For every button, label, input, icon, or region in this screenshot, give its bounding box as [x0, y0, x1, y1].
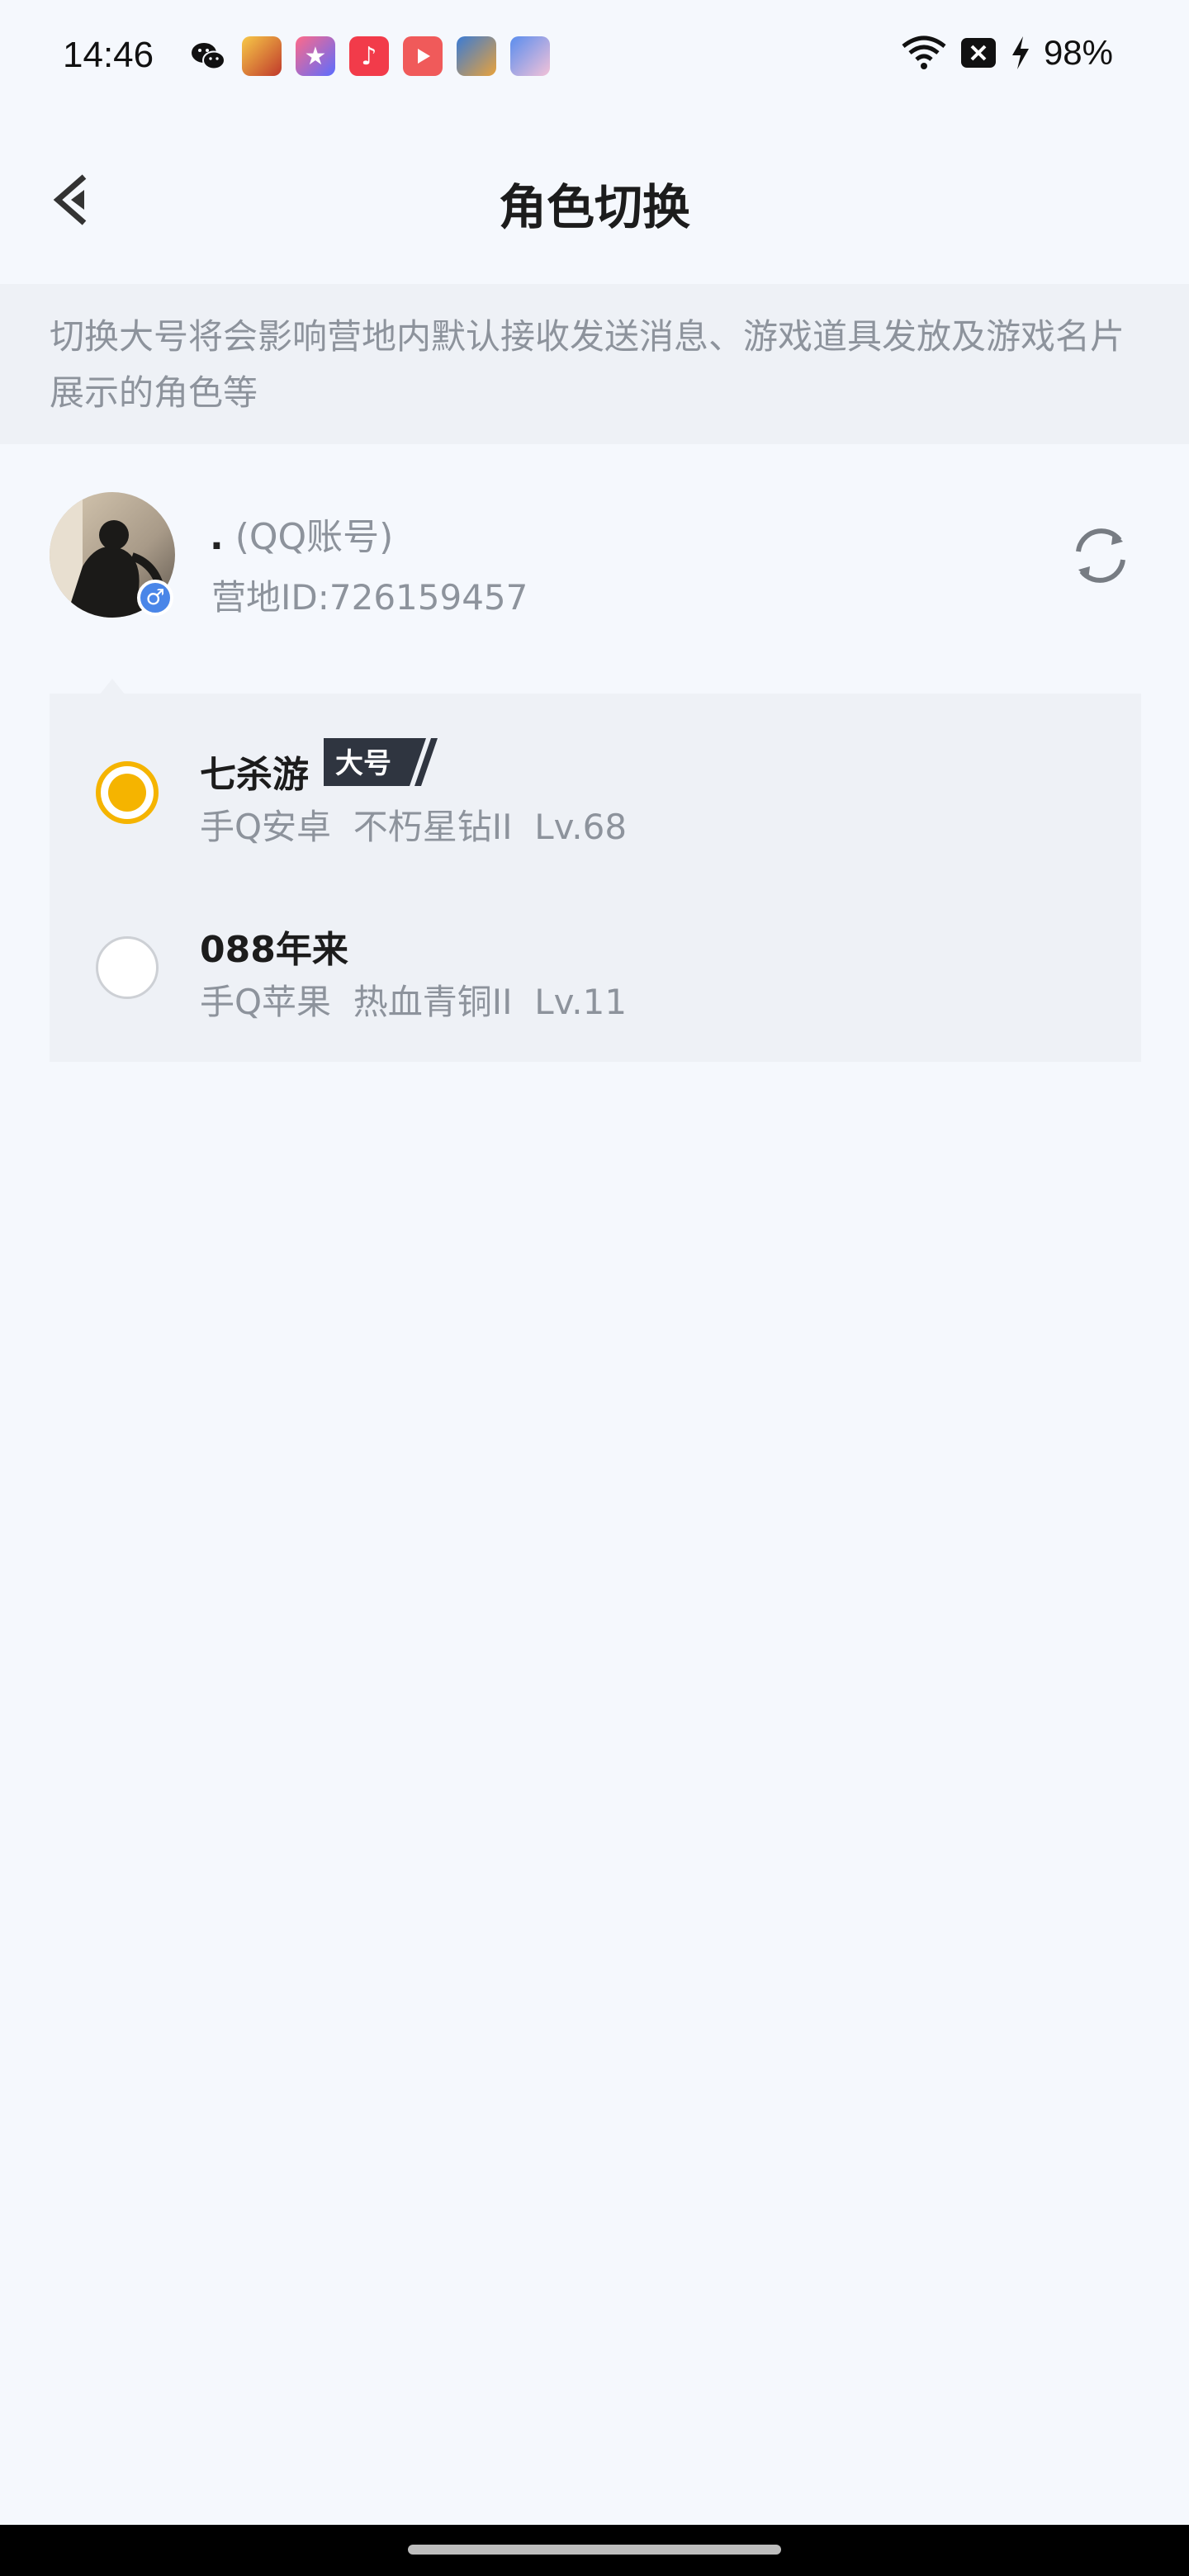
- card-pointer: [99, 679, 126, 695]
- main-account-tag: 大号: [324, 738, 438, 786]
- account-name: . (QQ账号): [210, 507, 393, 560]
- refresh-icon: [1076, 528, 1125, 583]
- role-rank: 热血青铜II: [353, 982, 513, 1022]
- notice-text: 切换大号将会影响营地内默认接收发送消息、游戏道具发放及游戏名片展示的角色等: [50, 316, 1125, 413]
- notification-app-icons: ★ ♪: [188, 36, 550, 76]
- video-icon: [403, 36, 443, 76]
- gender-male-badge: ♂: [137, 580, 173, 616]
- role-platform: 手Q安卓: [200, 807, 332, 847]
- main-account-tag-label: 大号: [335, 747, 391, 780]
- page-title: 角色切换: [498, 179, 690, 235]
- status-bar: 14:46 ★ ♪ 98%: [0, 0, 1189, 116]
- home-indicator[interactable]: [408, 2545, 781, 2555]
- game-icon: [242, 36, 282, 76]
- music-icon: ♪: [349, 36, 389, 76]
- notice-banner: 切换大号将会影响营地内默认接收发送消息、游戏道具发放及游戏名片展示的角色等: [0, 284, 1189, 444]
- role-item-088[interactable]: 088年来 手Q苹果 热血青铜II Lv.11: [50, 869, 1141, 1042]
- role-level: Lv.68: [534, 807, 628, 847]
- system-navigation-bar: [0, 2525, 1189, 2576]
- role-meta: 手Q安卓 不朽星钻II Lv.68: [200, 799, 627, 850]
- role-platform: 手Q苹果: [200, 982, 332, 1022]
- radio-unselected[interactable]: [96, 936, 159, 999]
- radio-selected[interactable]: [96, 761, 159, 824]
- refresh-button[interactable]: [1067, 522, 1135, 590]
- game-hero-icon: [457, 36, 496, 76]
- role-rank: 不朽星钻II: [353, 807, 513, 847]
- role-meta: 手Q苹果 热血青铜II Lv.11: [200, 974, 627, 1025]
- wechat-icon: [192, 43, 225, 70]
- role-level: Lv.11: [534, 982, 628, 1022]
- status-time: 14:46: [63, 35, 154, 75]
- role-item-qishayou[interactable]: 七杀游 大号 手Q安卓 不朽星钻II Lv.68: [50, 694, 1141, 867]
- wifi-icon: [902, 36, 946, 69]
- account-type: (QQ账号): [234, 516, 394, 558]
- role-name: 七杀游: [200, 754, 309, 796]
- account-name-prefix: .: [210, 516, 224, 558]
- game-anime-icon: [510, 36, 550, 76]
- no-sim-icon: [960, 38, 996, 68]
- status-indicators: 98%: [900, 33, 1113, 73]
- role-list: 七杀游 大号 手Q安卓 不朽星钻II Lv.68 088年来 手Q苹果 热血青铜…: [50, 694, 1141, 1062]
- star-app-icon: ★: [296, 36, 335, 76]
- battery-level: 98%: [1043, 33, 1113, 72]
- account-id: 营地ID:726159457: [211, 577, 528, 618]
- charging-icon: [1011, 36, 1029, 69]
- role-name: 088年来: [200, 929, 348, 971]
